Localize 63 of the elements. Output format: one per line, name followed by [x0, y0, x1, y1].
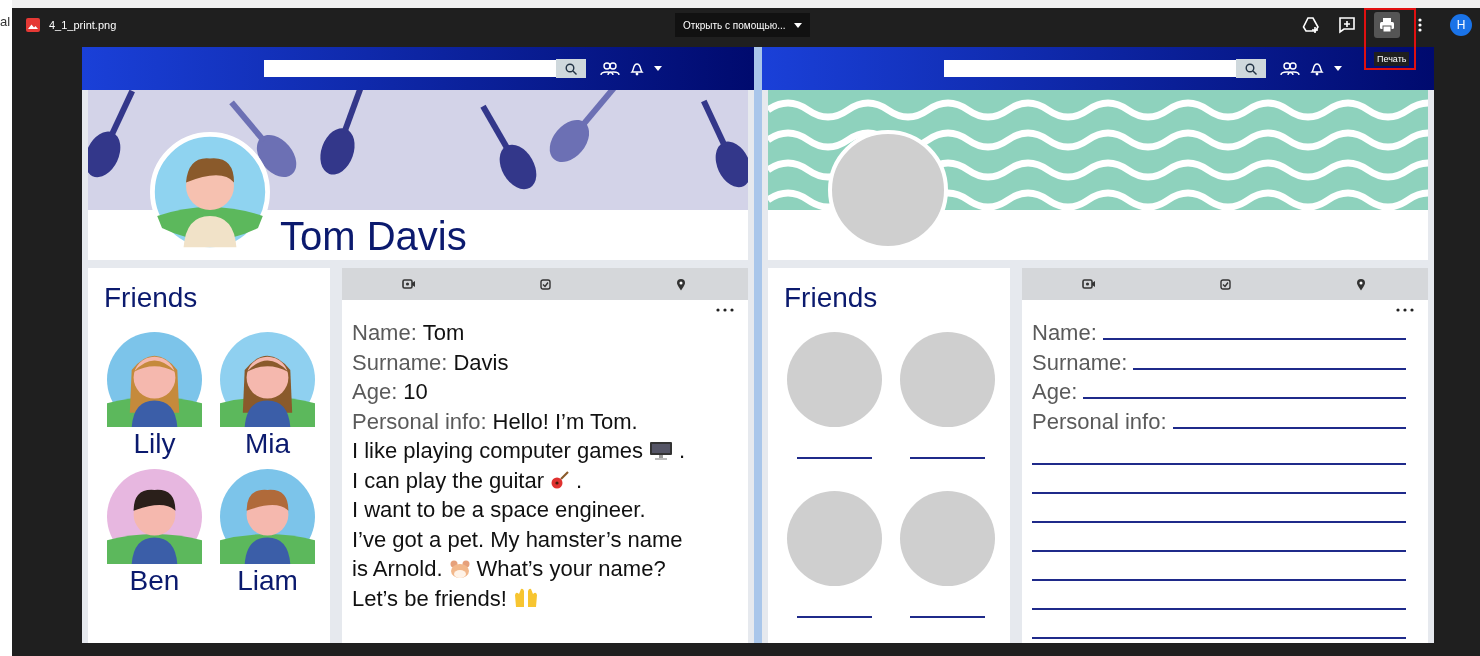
image-file-icon	[26, 18, 40, 32]
highlight-frame	[1364, 8, 1416, 70]
info-text: I can play the guitar	[352, 466, 544, 495]
field-value: 10	[403, 378, 428, 406]
friends-title: Friends	[103, 282, 199, 314]
location-pin-icon	[676, 277, 686, 291]
search-icon	[565, 62, 577, 75]
friend-name: Liam	[237, 564, 298, 598]
more-icon[interactable]	[1418, 18, 1422, 32]
guitar-icon	[550, 470, 570, 491]
print-button[interactable]	[1374, 12, 1400, 38]
field-label: Surname:	[352, 348, 448, 377]
print-icon	[1378, 16, 1396, 34]
info-text: .	[679, 437, 686, 465]
info-text: .	[576, 466, 583, 495]
info-text: I want to be a space engineer.	[352, 496, 646, 524]
background-text: al	[0, 14, 12, 29]
field-label: Personal info:	[352, 407, 487, 436]
search-icon	[1245, 62, 1257, 75]
hamster-icon	[448, 558, 471, 579]
monitor-icon	[649, 440, 674, 461]
file-name: 4_1_print.png	[49, 19, 117, 31]
more-icon[interactable]	[1396, 308, 1414, 312]
open-with-button[interactable]: Открыть с помощью...	[675, 13, 810, 37]
caret-icon	[793, 22, 802, 28]
info-text: Let’s be friends!	[352, 584, 507, 613]
info-text: I’ve got a pet. My hamster’s name	[352, 525, 683, 554]
friend-name: Mia	[244, 427, 291, 461]
checkbox-icon	[539, 278, 551, 290]
bell-icon[interactable]	[1310, 61, 1324, 76]
search-button[interactable]	[1236, 59, 1266, 78]
people-icon[interactable]	[600, 61, 620, 76]
more-icon[interactable]	[716, 308, 734, 312]
field-value: Tom	[422, 319, 465, 347]
raised-hands-icon	[512, 587, 539, 610]
caret-icon[interactable]	[1334, 66, 1342, 71]
bell-icon[interactable]	[630, 61, 644, 76]
field-value: Davis	[453, 348, 509, 377]
field-label: Surname:	[1032, 348, 1128, 377]
field-label: Personal info:	[1032, 407, 1167, 436]
profile-name: Tom Davis	[280, 213, 467, 260]
video-camera-icon	[1082, 279, 1096, 289]
checkbox-icon	[1219, 278, 1231, 290]
tooltip: Печать	[1374, 52, 1410, 66]
people-icon[interactable]	[1280, 61, 1300, 76]
video-camera-icon	[402, 279, 416, 289]
friend-name: Ben	[129, 564, 180, 598]
friend-name: Lily	[133, 427, 176, 461]
info-text: I like playing computer games	[352, 437, 644, 465]
friends-title: Friends	[783, 282, 879, 314]
location-pin-icon	[1356, 277, 1366, 291]
drive-add-icon[interactable]	[1302, 16, 1320, 34]
field-label: Name:	[352, 319, 417, 347]
account-avatar[interactable]: H	[1450, 14, 1472, 36]
field-label: Age:	[1032, 378, 1078, 406]
field-label: Name:	[1032, 319, 1097, 347]
info-text: What’s your name?	[476, 555, 666, 583]
info-text: is Arnold.	[352, 555, 443, 583]
search-button[interactable]	[556, 59, 586, 78]
field-label: Age:	[352, 378, 398, 406]
field-value: Hello! I’m Tom.	[492, 407, 638, 436]
add-comment-icon[interactable]	[1338, 16, 1356, 34]
caret-icon[interactable]	[654, 66, 662, 71]
